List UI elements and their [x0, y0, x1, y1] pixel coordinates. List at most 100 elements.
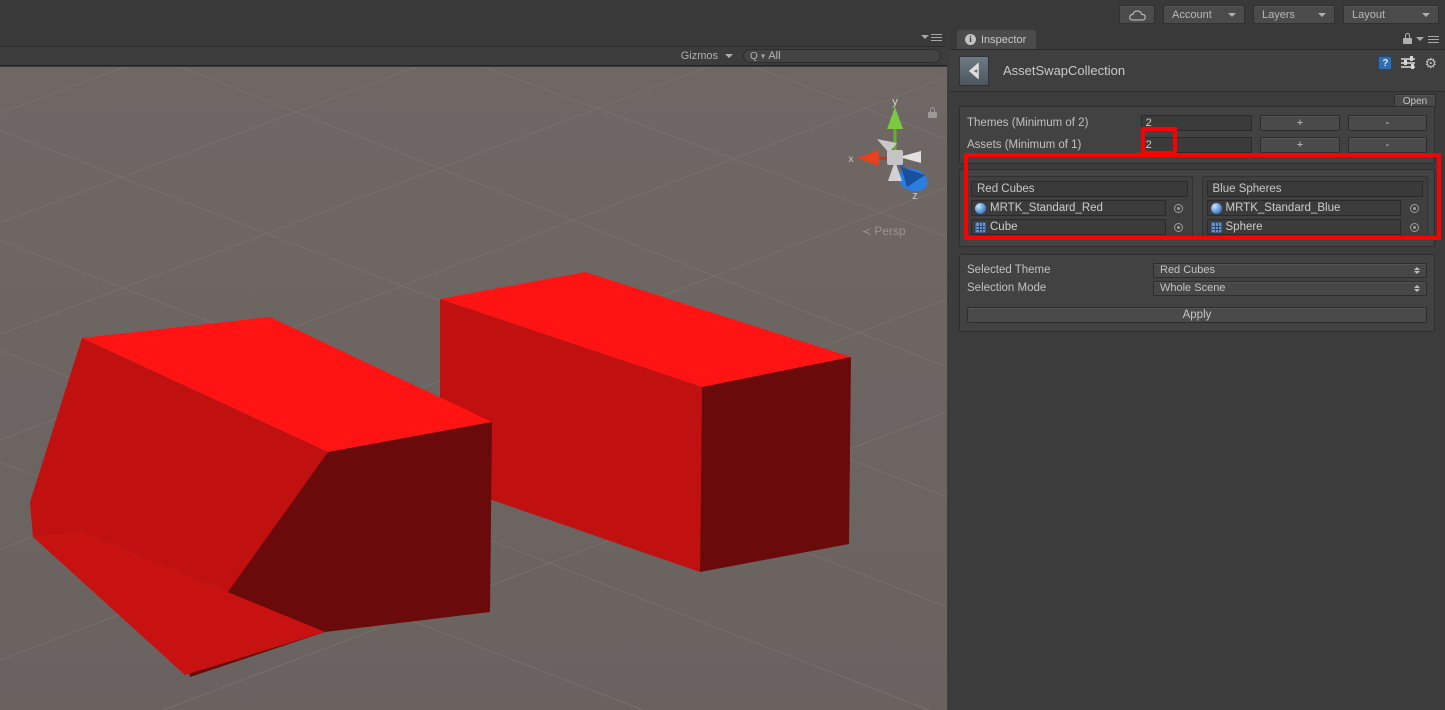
theme-1-asset-2-field[interactable]: Cube [971, 219, 1166, 235]
theme-1-asset-2-picker[interactable] [1172, 220, 1186, 234]
scene-search-value: All [768, 50, 781, 62]
layout-label: Layout [1352, 8, 1386, 21]
svg-text:x: x [849, 154, 854, 165]
mesh-grid-icon [1210, 221, 1222, 233]
updown-arrows-icon [1414, 266, 1420, 274]
unity-editor-window: Account Layers Layout Gizmos Q ▾ All y x… [0, 0, 1445, 710]
help-icon[interactable]: ? [1378, 56, 1393, 70]
scene-gizmo-lock-icon[interactable] [928, 107, 937, 118]
assets-count-label: Assets (Minimum of 1) [967, 139, 1082, 151]
scene-tab-bar [0, 29, 947, 46]
lock-icon[interactable] [1403, 33, 1412, 44]
menu-icon [931, 33, 942, 41]
theme-1-asset-1-label: MRTK_Standard_Red [990, 202, 1103, 214]
chevron-down-icon [1318, 12, 1326, 17]
svg-text:z: z [912, 190, 918, 202]
layers-button[interactable]: Layers [1253, 5, 1335, 24]
chevron-left-icon: ≺ [862, 225, 872, 238]
theme-1-asset-2-label: Cube [990, 221, 1018, 233]
chevron-down-icon [1422, 12, 1430, 17]
themes-list-box: Red Cubes MRTK_Standard_Red Cube Blue Sp… [959, 169, 1435, 247]
layout-button[interactable]: Layout [1343, 5, 1439, 24]
theme-asset-row: Cube [971, 219, 1188, 235]
cloud-icon [1129, 9, 1146, 21]
selection-mode-value: Whole Scene [1160, 282, 1226, 294]
info-icon: i [965, 34, 976, 45]
theme-column-2: Blue Spheres MRTK_Standard_Blue Sphere [1201, 176, 1428, 240]
mesh-grid-icon [975, 221, 986, 233]
apply-button[interactable]: Apply [967, 307, 1427, 323]
scene-toolbar: Gizmos Q ▾ All [0, 46, 947, 66]
counts-group: Themes (Minimum of 2) 2 + - Assets (Mini… [959, 106, 1435, 164]
gizmos-label: Gizmos [680, 50, 718, 62]
menu-icon[interactable] [1428, 35, 1439, 43]
layers-label: Layers [1262, 8, 1296, 21]
scene-3d-render [0, 67, 947, 710]
themes-remove-button[interactable]: - [1347, 115, 1427, 131]
selected-theme-label: Selected Theme [967, 264, 1051, 276]
settings-group: Selected Theme Red Cubes Selection Mode … [959, 254, 1435, 332]
assets-count-row: Assets (Minimum of 1) 2 + - [967, 134, 1427, 156]
scene-panel-menu-button[interactable] [921, 33, 942, 41]
tab-inspector-label: Inspector [981, 33, 1027, 46]
theme-1-asset-1-picker[interactable] [1172, 201, 1186, 215]
assets-remove-button[interactable]: - [1347, 137, 1427, 153]
account-button[interactable]: Account [1163, 5, 1245, 24]
asset-header: AssetSwapCollection ? ⚙ Open [949, 50, 1445, 109]
theme-2-asset-2-picker[interactable] [1407, 220, 1421, 234]
theme-2-asset-1-label: MRTK_Standard_Blue [1225, 202, 1341, 214]
account-label: Account [1172, 8, 1212, 21]
theme-2-asset-1-field[interactable]: MRTK_Standard_Blue [1206, 200, 1401, 216]
search-icon: Q [750, 50, 758, 62]
chevron-down-icon [725, 54, 733, 58]
theme-name-input-2[interactable]: Blue Spheres [1206, 181, 1423, 197]
theme-1-asset-1-field[interactable]: MRTK_Standard_Red [971, 200, 1166, 216]
selection-mode-row: Selection Mode Whole Scene [967, 279, 1427, 297]
theme-2-asset-2-field[interactable]: Sphere [1206, 219, 1401, 235]
scene-search-input[interactable]: Q ▾ All [743, 49, 941, 63]
object-picker-icon [1409, 222, 1419, 232]
cloud-button[interactable] [1119, 5, 1155, 24]
assets-count-input[interactable]: 2 [1140, 137, 1253, 153]
object-picker-icon [1409, 203, 1419, 213]
selection-mode-label: Selection Mode [967, 282, 1047, 294]
chevron-down-icon [1416, 36, 1424, 41]
themes-count-row: Themes (Minimum of 2) 2 + - [967, 112, 1427, 134]
inspector-tab-bar: i Inspector [949, 29, 1445, 49]
theme-asset-row: MRTK_Standard_Red [971, 200, 1188, 216]
selected-theme-row: Selected Theme Red Cubes [967, 261, 1427, 279]
material-sphere-icon [1210, 202, 1222, 214]
selection-mode-dropdown[interactable]: Whole Scene [1153, 280, 1427, 296]
theme-column-1: Red Cubes MRTK_Standard_Red Cube [966, 176, 1193, 240]
tab-inspector[interactable]: i Inspector [957, 30, 1037, 49]
chevron-down-icon [921, 35, 929, 39]
themes-count-label: Themes (Minimum of 2) [967, 117, 1089, 129]
unity-logo-icon [959, 55, 989, 86]
top-toolbar: Account Layers Layout [0, 0, 1445, 29]
scene-viewport[interactable]: y x z ≺ Persp [0, 67, 947, 710]
object-picker-icon [1174, 222, 1183, 232]
selected-theme-dropdown[interactable]: Red Cubes [1153, 262, 1427, 278]
object-picker-icon [1174, 203, 1183, 213]
chevron-down-icon [1228, 12, 1236, 17]
projection-mode-label[interactable]: ≺ Persp [862, 224, 906, 238]
inspector-body: AssetSwapCollection ? ⚙ Open Themes (Min… [949, 49, 1445, 710]
theme-2-asset-2-label: Sphere [1225, 221, 1263, 233]
selected-theme-value: Red Cubes [1160, 264, 1216, 276]
svg-text:y: y [892, 96, 898, 108]
themes-count-input[interactable]: 2 [1140, 115, 1253, 131]
gizmos-dropdown[interactable]: Gizmos [677, 48, 737, 64]
assets-add-button[interactable]: + [1260, 137, 1340, 153]
asset-swap-editor: Themes (Minimum of 2) 2 + - Assets (Mini… [949, 92, 1445, 332]
themes-add-button[interactable]: + [1260, 115, 1340, 131]
inspector-panel: i Inspector AssetSwapCollection ? ⚙ Open… [949, 29, 1445, 710]
material-sphere-icon [975, 202, 986, 214]
theme-asset-row: MRTK_Standard_Blue [1206, 200, 1424, 216]
theme-asset-row: Sphere [1206, 219, 1424, 235]
theme-2-asset-1-picker[interactable] [1407, 201, 1421, 215]
theme-name-input-1[interactable]: Red Cubes [971, 181, 1188, 197]
persp-text: Persp [874, 224, 906, 238]
preset-icon[interactable] [1401, 56, 1416, 69]
gear-icon[interactable]: ⚙ [1424, 56, 1437, 70]
updown-arrows-icon [1414, 284, 1420, 292]
